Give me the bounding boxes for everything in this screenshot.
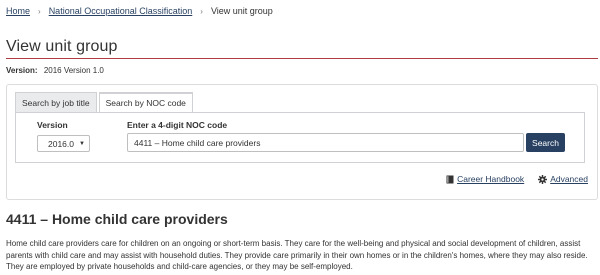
tab-search-by-noc-code[interactable]: Search by NOC code bbox=[98, 92, 193, 113]
version-select[interactable]: 2016.0 ▼ bbox=[37, 135, 90, 152]
gear-icon bbox=[538, 174, 548, 184]
breadcrumb: Home › National Occupational Classificat… bbox=[6, 4, 273, 18]
breadcrumb-separator: › bbox=[38, 6, 41, 16]
page-title: View unit group bbox=[6, 38, 118, 55]
search-tabs: Search by job title Search by NOC code bbox=[15, 92, 195, 113]
chevron-down-icon: ▼ bbox=[79, 140, 85, 147]
title-divider bbox=[6, 58, 598, 59]
version-select-value: 2016.0 bbox=[48, 138, 74, 149]
noc-code-label: Enter a 4-digit NOC code bbox=[127, 120, 228, 130]
version-select-label: Version bbox=[37, 120, 68, 130]
search-button[interactable]: Search bbox=[526, 133, 565, 152]
advanced-search-link[interactable]: Advanced bbox=[538, 174, 588, 184]
noc-code-input[interactable] bbox=[127, 133, 524, 152]
search-panel: Search by job title Search by NOC code V… bbox=[6, 84, 598, 200]
career-handbook-label: Career Handbook bbox=[457, 174, 525, 184]
breadcrumb-home-link[interactable]: Home bbox=[6, 6, 30, 16]
noc-code-search-form: Version 2016.0 ▼ Enter a 4-digit NOC cod… bbox=[15, 112, 585, 163]
version-info: Version: 2016 Version 1.0 bbox=[6, 66, 104, 75]
breadcrumb-separator: › bbox=[200, 6, 203, 16]
version-info-value: 2016 Version 1.0 bbox=[43, 66, 104, 75]
unit-group-description: Home child care providers care for child… bbox=[6, 239, 588, 272]
search-panel-links: Career Handbook Advanced bbox=[432, 174, 588, 184]
book-icon bbox=[446, 175, 454, 184]
breadcrumb-current: View unit group bbox=[210, 6, 273, 16]
unit-group-heading: 4411 – Home child care providers bbox=[6, 211, 228, 227]
tab-search-by-job-title[interactable]: Search by job title bbox=[15, 92, 97, 113]
breadcrumb-noc-link[interactable]: National Occupational Classification bbox=[49, 6, 193, 16]
version-info-label: Version: bbox=[6, 66, 38, 75]
career-handbook-link[interactable]: Career Handbook bbox=[446, 174, 524, 184]
advanced-search-label: Advanced bbox=[550, 174, 588, 184]
